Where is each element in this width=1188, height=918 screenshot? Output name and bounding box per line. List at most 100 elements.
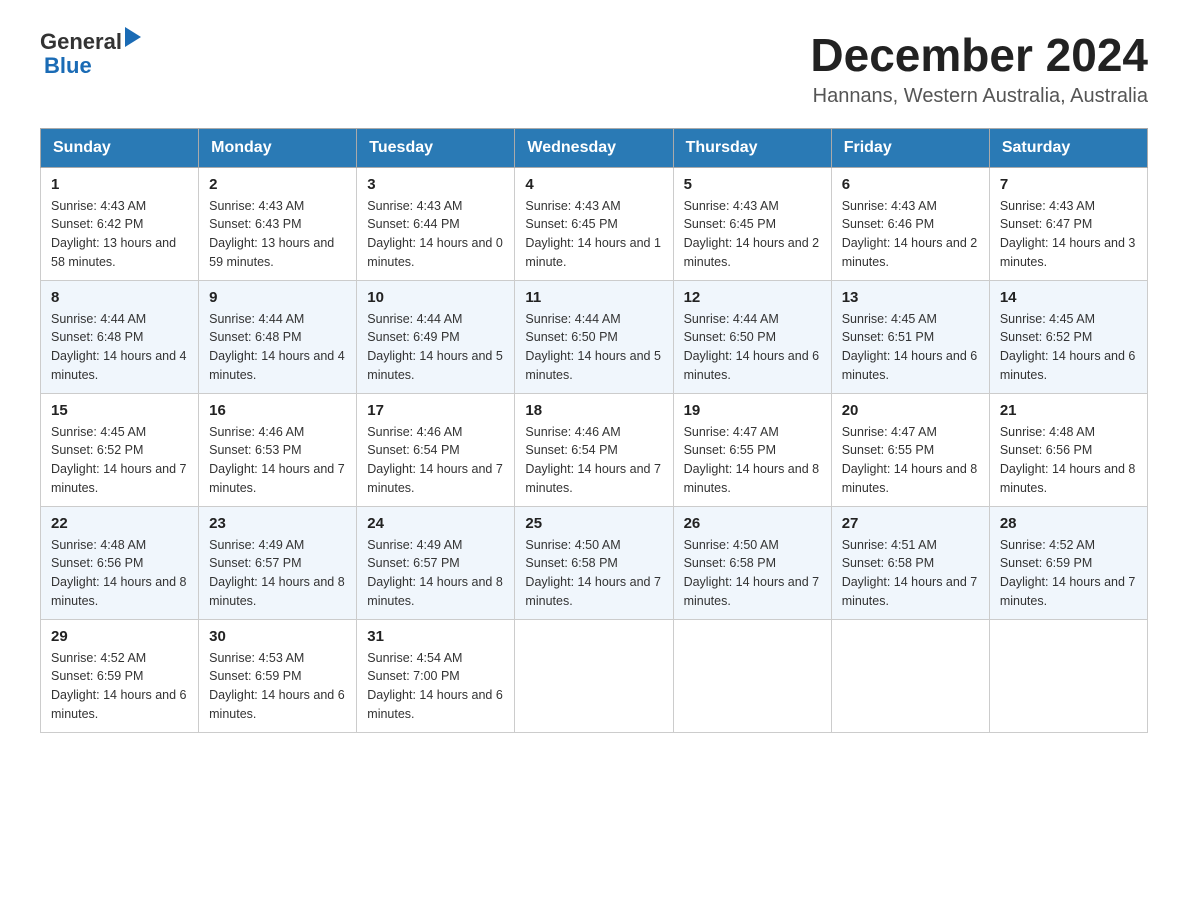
col-header-monday: Monday [199,128,357,167]
calendar-header-row: SundayMondayTuesdayWednesdayThursdayFrid… [41,128,1148,167]
calendar-cell: 8Sunrise: 4:44 AMSunset: 6:48 PMDaylight… [41,280,199,393]
calendar-cell [989,619,1147,732]
day-detail: Sunrise: 4:47 AMSunset: 6:55 PMDaylight:… [684,423,821,498]
calendar-cell: 12 Sunrise: 4:44 AMSunset: 6:50 PMDayligh… [673,280,831,393]
calendar-table: SundayMondayTuesdayWednesdayThursdayFrid… [40,128,1148,733]
day-detail: Sunrise: 4:44 AMSunset: 6:50 PMDaylight:… [684,310,821,385]
day-detail: Sunrise: 4:43 AMSunset: 6:47 PMDaylight:… [1000,197,1137,272]
month-year: December 2024 [810,30,1148,81]
day-number: 27 [842,515,979,532]
calendar-cell: 28 Sunrise: 4:52 AMSunset: 6:59 PMDayligh… [989,506,1147,619]
calendar-cell: 14 Sunrise: 4:45 AMSunset: 6:52 PMDayligh… [989,280,1147,393]
logo-text-general: General [40,30,122,54]
day-number: 7 [1000,176,1137,193]
calendar-cell: 13Sunrise: 4:45 AMSunset: 6:51 PMDayligh… [831,280,989,393]
calendar-week-row: 29Sunrise: 4:52 AMSunset: 6:59 PMDayligh… [41,619,1148,732]
day-detail: Sunrise: 4:44 AMSunset: 6:49 PMDaylight:… [367,310,504,385]
calendar-cell: 5 Sunrise: 4:43 AMSunset: 6:45 PMDaylight… [673,167,831,280]
calendar-cell: 16Sunrise: 4:46 AMSunset: 6:53 PMDayligh… [199,393,357,506]
day-number: 17 [367,402,504,419]
day-number: 4 [525,176,662,193]
day-number: 31 [367,628,504,645]
day-detail: Sunrise: 4:43 AMSunset: 6:42 PMDaylight:… [51,197,188,272]
day-detail: Sunrise: 4:54 AMSunset: 7:00 PMDaylight:… [367,649,504,724]
col-header-wednesday: Wednesday [515,128,673,167]
calendar-cell: 26Sunrise: 4:50 AMSunset: 6:58 PMDayligh… [673,506,831,619]
calendar-cell: 24Sunrise: 4:49 AMSunset: 6:57 PMDayligh… [357,506,515,619]
calendar-cell: 15 Sunrise: 4:45 AMSunset: 6:52 PMDayligh… [41,393,199,506]
calendar-cell [673,619,831,732]
day-number: 13 [842,289,979,306]
calendar-cell: 18 Sunrise: 4:46 AMSunset: 6:54 PMDayligh… [515,393,673,506]
day-number: 25 [525,515,662,532]
day-detail: Sunrise: 4:49 AMSunset: 6:57 PMDaylight:… [209,536,346,611]
calendar-cell: 11 Sunrise: 4:44 AMSunset: 6:50 PMDayligh… [515,280,673,393]
day-number: 1 [51,176,188,193]
day-number: 2 [209,176,346,193]
calendar-cell [515,619,673,732]
day-number: 22 [51,515,188,532]
calendar-cell: 25 Sunrise: 4:50 AMSunset: 6:58 PMDayligh… [515,506,673,619]
day-number: 10 [367,289,504,306]
day-detail: Sunrise: 4:53 AMSunset: 6:59 PMDaylight:… [209,649,346,724]
day-number: 26 [684,515,821,532]
day-detail: Sunrise: 4:43 AMSunset: 6:43 PMDaylight:… [209,197,346,272]
calendar-week-row: 1 Sunrise: 4:43 AMSunset: 6:42 PMDaylight… [41,167,1148,280]
col-header-friday: Friday [831,128,989,167]
calendar-cell: 30 Sunrise: 4:53 AMSunset: 6:59 PMDayligh… [199,619,357,732]
day-number: 14 [1000,289,1137,306]
location: Hannans, Western Australia, Australia [810,85,1148,108]
day-number: 18 [525,402,662,419]
col-header-thursday: Thursday [673,128,831,167]
day-number: 29 [51,628,188,645]
calendar-cell: 23Sunrise: 4:49 AMSunset: 6:57 PMDayligh… [199,506,357,619]
calendar-cell [831,619,989,732]
day-detail: Sunrise: 4:51 AMSunset: 6:58 PMDaylight:… [842,536,979,611]
day-detail: Sunrise: 4:43 AMSunset: 6:46 PMDaylight:… [842,197,979,272]
day-detail: Sunrise: 4:44 AMSunset: 6:48 PMDaylight:… [209,310,346,385]
calendar-cell: 21 Sunrise: 4:48 AMSunset: 6:56 PMDayligh… [989,393,1147,506]
calendar-cell: 6 Sunrise: 4:43 AMSunset: 6:46 PMDaylight… [831,167,989,280]
day-detail: Sunrise: 4:48 AMSunset: 6:56 PMDaylight:… [1000,423,1137,498]
calendar-cell: 17 Sunrise: 4:46 AMSunset: 6:54 PMDayligh… [357,393,515,506]
day-detail: Sunrise: 4:44 AMSunset: 6:50 PMDaylight:… [525,310,662,385]
day-detail: Sunrise: 4:43 AMSunset: 6:45 PMDaylight:… [525,197,662,272]
day-number: 28 [1000,515,1137,532]
day-detail: Sunrise: 4:50 AMSunset: 6:58 PMDaylight:… [525,536,662,611]
col-header-sunday: Sunday [41,128,199,167]
calendar-week-row: 8 Sunrise: 4:44 AMSunset: 6:48 PMDaylight… [41,280,1148,393]
day-number: 15 [51,402,188,419]
day-detail: Sunrise: 4:45 AMSunset: 6:52 PMDaylight:… [1000,310,1137,385]
calendar-cell: 1 Sunrise: 4:43 AMSunset: 6:42 PMDaylight… [41,167,199,280]
day-number: 11 [525,289,662,306]
day-detail: Sunrise: 4:46 AMSunset: 6:54 PMDaylight:… [525,423,662,498]
day-number: 5 [684,176,821,193]
day-number: 3 [367,176,504,193]
calendar-cell: 22Sunrise: 4:48 AMSunset: 6:56 PMDayligh… [41,506,199,619]
col-header-tuesday: Tuesday [357,128,515,167]
day-detail: Sunrise: 4:49 AMSunset: 6:57 PMDaylight:… [367,536,504,611]
day-number: 12 [684,289,821,306]
day-number: 6 [842,176,979,193]
day-detail: Sunrise: 4:46 AMSunset: 6:54 PMDaylight:… [367,423,504,498]
calendar-cell: 3Sunrise: 4:43 AMSunset: 6:44 PMDaylight… [357,167,515,280]
day-number: 21 [1000,402,1137,419]
calendar-week-row: 15 Sunrise: 4:45 AMSunset: 6:52 PMDayligh… [41,393,1148,506]
day-detail: Sunrise: 4:47 AMSunset: 6:55 PMDaylight:… [842,423,979,498]
calendar-cell: 2 Sunrise: 4:43 AMSunset: 6:43 PMDaylight… [199,167,357,280]
day-number: 8 [51,289,188,306]
calendar-cell: 31 Sunrise: 4:54 AMSunset: 7:00 PMDayligh… [357,619,515,732]
calendar-cell: 19 Sunrise: 4:47 AMSunset: 6:55 PMDayligh… [673,393,831,506]
day-number: 20 [842,402,979,419]
day-number: 30 [209,628,346,645]
day-detail: Sunrise: 4:45 AMSunset: 6:52 PMDaylight:… [51,423,188,498]
calendar-cell: 20 Sunrise: 4:47 AMSunset: 6:55 PMDayligh… [831,393,989,506]
calendar-cell: 4 Sunrise: 4:43 AMSunset: 6:45 PMDaylight… [515,167,673,280]
day-number: 19 [684,402,821,419]
calendar-cell: 9Sunrise: 4:44 AMSunset: 6:48 PMDaylight… [199,280,357,393]
calendar-cell: 27 Sunrise: 4:51 AMSunset: 6:58 PMDayligh… [831,506,989,619]
calendar-cell: 10 Sunrise: 4:44 AMSunset: 6:49 PMDayligh… [357,280,515,393]
day-number: 16 [209,402,346,419]
day-detail: Sunrise: 4:43 AMSunset: 6:45 PMDaylight:… [684,197,821,272]
day-detail: Sunrise: 4:52 AMSunset: 6:59 PMDaylight:… [1000,536,1137,611]
